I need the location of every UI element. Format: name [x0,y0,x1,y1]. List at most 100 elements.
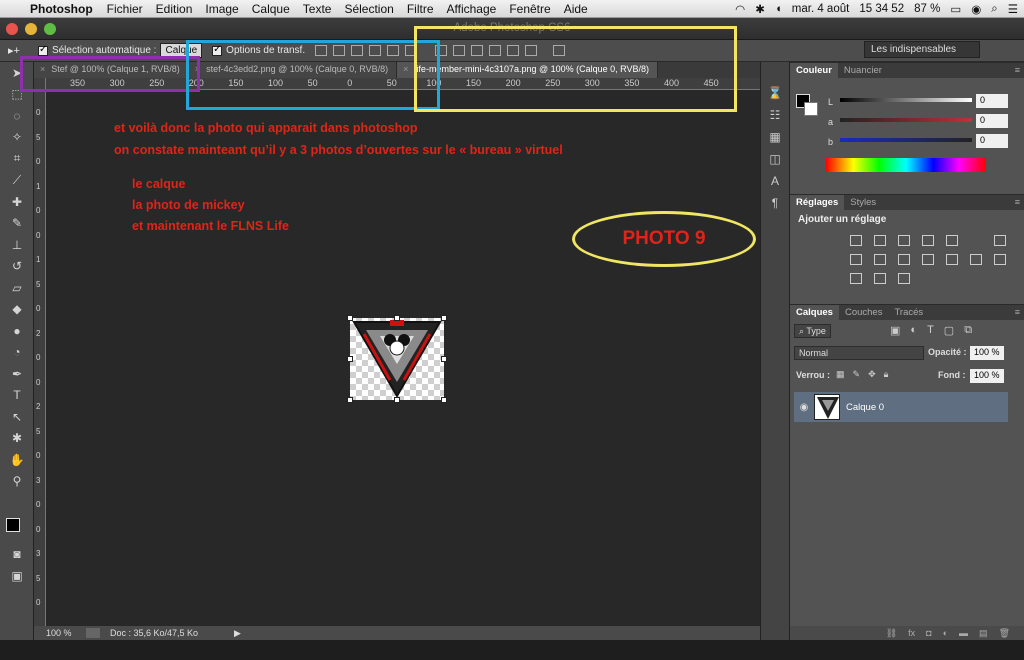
fill-field[interactable]: 100 % [970,369,1004,383]
transform-handle[interactable] [441,315,447,321]
selective-color-icon[interactable] [898,273,910,284]
lock-pixels-icon[interactable]: ✎ [853,369,861,380]
eraser-tool-icon[interactable]: ▱ [0,277,34,299]
transform-handle[interactable] [347,315,353,321]
slider-track[interactable] [840,118,972,122]
menu-edition[interactable]: Edition [156,2,193,16]
slider-track[interactable] [840,138,972,142]
lock-transparency-icon[interactable]: ▦ [836,369,845,380]
slider-value[interactable]: 0 [976,134,1008,148]
menu-image[interactable]: Image [205,2,238,16]
dodge-tool-icon[interactable]: ◔ [0,342,34,364]
character-panel-icon[interactable]: A [761,170,789,192]
color-balance-icon[interactable] [850,254,862,265]
visibility-eye-icon[interactable]: ◉ [794,402,814,413]
clone-stamp-tool-icon[interactable]: ⊥ [0,234,34,256]
shape-tool-icon[interactable]: ✱ [0,428,34,450]
workspace-selector[interactable]: Les indispensables [864,41,980,58]
layer-style-icon[interactable]: fx [908,628,915,638]
tool-presets-icon[interactable]: ◫ [761,148,789,170]
vertical-ruler[interactable]: 0 5 0 1 0 0 1 5 0 2 0 0 2 5 0 3 0 0 3 5 0 [34,78,46,626]
filter-adjust-icon[interactable]: ◐ [910,324,917,337]
hue-saturation-icon[interactable] [994,235,1006,246]
layer-row[interactable]: ◉ Calque 0 [794,392,1008,422]
zoom-tool-icon[interactable]: ⚲ [0,471,34,493]
zoom-level[interactable]: 100 % [46,628,86,638]
menu-texte[interactable]: Texte [303,2,332,16]
clock-time[interactable]: 15 34 52 [859,3,904,15]
paragraph-panel-icon[interactable]: ¶ [761,192,789,214]
delete-layer-icon[interactable]: 🗑︎ [999,628,1010,639]
blend-mode-select[interactable]: Normal [794,346,924,360]
healing-brush-tool-icon[interactable]: ✚ [0,191,34,213]
move-tool-preset-icon[interactable]: ▸+ [8,44,20,57]
auto-select-checkbox[interactable] [37,44,48,56]
gradient-map-icon[interactable] [874,273,886,284]
tab-couches[interactable]: Couches [839,305,889,320]
menu-fichier[interactable]: Fichier [107,2,143,16]
crop-tool-icon[interactable]: ⌗ [0,148,34,170]
history-brush-tool-icon[interactable]: ↺ [0,256,34,278]
channel-mixer-icon[interactable] [922,254,934,265]
transform-handle[interactable] [394,397,400,403]
tab-traces[interactable]: Tracés [888,305,929,320]
new-layer-icon[interactable]: ▤ [979,628,988,639]
tab-reglages[interactable]: Réglages [790,195,845,210]
hand-tool-icon[interactable]: ✋ [0,449,34,471]
menu-filtre[interactable]: Filtre [407,2,434,16]
new-group-icon[interactable]: ▬ [959,628,968,638]
spotlight-icon[interactable]: ⌕ [991,3,997,16]
brush-tool-icon[interactable]: ✎ [0,213,34,235]
menu-selection[interactable]: Sélection [344,2,393,16]
filter-smart-icon[interactable]: ⧉ [964,324,972,337]
app-menu[interactable]: Photoshop [30,2,93,16]
volume-icon[interactable]: ◖ [775,3,782,15]
notifications-icon[interactable]: ☰ [1008,2,1018,16]
menu-fenetre[interactable]: Fenêtre [509,2,550,16]
battery-status[interactable]: 87 % [914,3,940,15]
wifi-icon[interactable]: ◠ [735,2,745,16]
screen-mode-icon[interactable]: ▣ [0,565,34,587]
transform-handle[interactable] [394,315,400,321]
filter-shape-icon[interactable]: ▢ [944,324,954,337]
bluetooth-icon[interactable]: ✱ [755,2,765,16]
status-menu-arrow-icon[interactable]: ▶ [234,628,241,639]
blur-tool-icon[interactable]: ● [0,320,34,342]
lasso-tool-icon[interactable]: ◌ [0,105,34,127]
lock-position-icon[interactable]: ✥ [868,369,876,380]
slider-value[interactable]: 0 [976,114,1008,128]
layer-filter-select[interactable]: ⌕ Type [794,324,831,338]
panel-menu-icon[interactable]: ≡ [1015,197,1020,207]
slider-value[interactable]: 0 [976,94,1008,108]
exposure-icon[interactable] [922,235,934,246]
curves-icon[interactable] [898,235,910,246]
pen-tool-icon[interactable]: ✒ [0,363,34,385]
quick-mask-icon[interactable]: ◙ [0,544,34,566]
invert-icon[interactable] [970,254,982,265]
color-lookup-icon[interactable] [946,254,958,265]
levels-icon[interactable] [874,235,886,246]
tab-couleur[interactable]: Couleur [790,63,838,78]
menu-affichage[interactable]: Affichage [447,2,497,16]
battery-icon[interactable]: ▭ [950,2,961,16]
filter-pixel-icon[interactable]: ▣ [890,324,900,337]
threshold-icon[interactable] [850,273,862,284]
tab-styles[interactable]: Styles [844,195,882,210]
properties-panel-icon[interactable]: ☷ [761,104,789,126]
layer-name[interactable]: Calque 0 [846,402,884,413]
brightness-icon[interactable] [850,235,862,246]
panel-menu-icon[interactable]: ≡ [1015,65,1020,75]
black-white-icon[interactable] [874,254,886,265]
clock-date[interactable]: mar. 4 août [792,3,850,15]
swatches-panel-icon[interactable]: ▦ [761,126,789,148]
paint-bucket-tool-icon[interactable]: ◆ [0,299,34,321]
status-info-icon[interactable] [86,628,100,638]
eyedropper-tool-icon[interactable]: ⟋ [0,170,34,192]
link-layers-icon[interactable]: ⛓ [886,628,897,639]
transform-handle[interactable] [441,397,447,403]
add-mask-icon[interactable]: ◘ [926,628,931,638]
lock-all-icon[interactable]: 🔒︎ [884,369,889,380]
magic-wand-tool-icon[interactable]: ✧ [0,127,34,149]
menu-aide[interactable]: Aide [564,2,588,16]
transform-handle[interactable] [347,397,353,403]
